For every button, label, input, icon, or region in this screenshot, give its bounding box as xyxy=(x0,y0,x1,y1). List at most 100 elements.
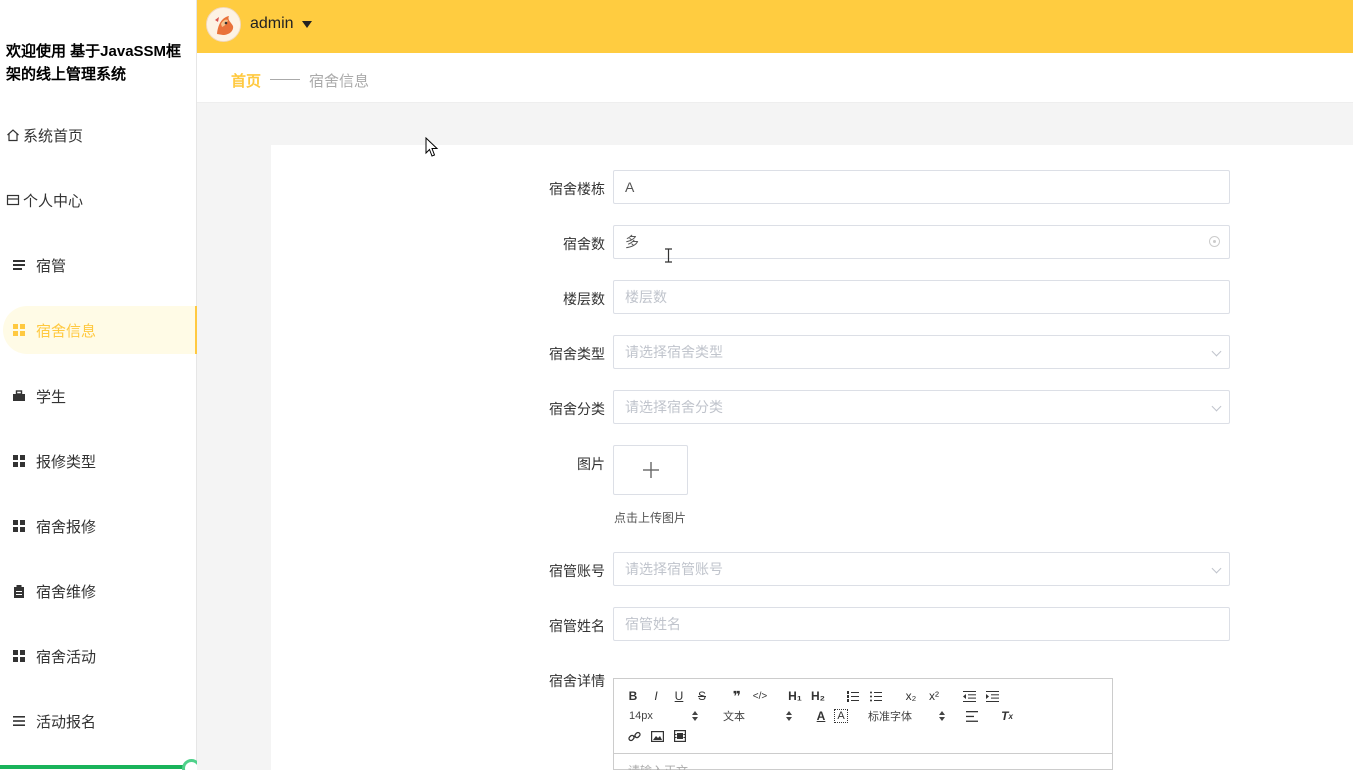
font-color-icon[interactable]: A xyxy=(811,708,831,724)
sidebar-item-label: 报修类型 xyxy=(36,453,97,471)
room-count-value: 多 xyxy=(625,234,639,250)
grid-icon xyxy=(12,454,26,468)
font-size-select[interactable]: 14px xyxy=(629,710,699,722)
sidebar-item-dorm-manager[interactable]: 宿管 xyxy=(0,241,197,289)
sidebar-item-profile[interactable]: 个人中心 xyxy=(0,176,197,224)
updown-icon xyxy=(692,711,699,721)
breadcrumb-home[interactable]: 首页 xyxy=(231,70,261,91)
code-icon[interactable]: </> xyxy=(750,688,770,704)
link-icon[interactable] xyxy=(624,728,644,744)
bold-icon[interactable]: B xyxy=(623,688,643,704)
id-card-icon xyxy=(6,193,20,207)
room-category-select[interactable]: 请选择宿舍分类 xyxy=(613,390,1230,424)
breadcrumb-separator xyxy=(270,79,300,80)
heading1-icon[interactable]: H₁ xyxy=(785,688,805,704)
image-icon[interactable] xyxy=(647,728,667,744)
system-title: 欢迎使用 基于JavaSSM框架的线上管理系统 xyxy=(6,43,182,83)
editor-toolbar-row: B I U S ❞ </> H₁ H₂ x₂ x² xyxy=(623,688,1002,704)
top-bar: admin xyxy=(197,0,1353,53)
editor-toolbar-row: 14px 文本 A A 标准字体 Tx xyxy=(629,708,1017,724)
blockquote-icon[interactable]: ❞ xyxy=(727,688,747,704)
ordered-list-icon[interactable] xyxy=(843,688,863,704)
editor-divider xyxy=(614,753,1112,754)
home-icon xyxy=(6,128,20,142)
subscript-icon[interactable]: x₂ xyxy=(901,688,921,704)
font-family-value: 标准字体 xyxy=(868,711,912,723)
sidebar-item-label: 宿舍报修 xyxy=(36,518,97,536)
italic-icon[interactable]: I xyxy=(646,688,666,704)
rich-text-editor: B I U S ❞ </> H₁ H₂ x₂ x² 14px 文本 A A 标准… xyxy=(613,678,1113,770)
sidebar-item-label: 宿舍活动 xyxy=(36,648,97,666)
sidebar-item-repair-type[interactable]: 报修类型 xyxy=(0,437,197,485)
sidebar-item-student[interactable]: 学生 xyxy=(0,372,197,420)
room-count-input[interactable]: 多 xyxy=(613,225,1230,259)
superscript-icon[interactable]: x² xyxy=(924,688,944,704)
building-input[interactable]: A xyxy=(613,170,1230,204)
grid-icon xyxy=(12,649,26,663)
sidebar-item-label: 学生 xyxy=(36,388,67,406)
outdent-icon[interactable] xyxy=(959,688,979,704)
sidebar-item-activity-signup[interactable]: 活动报名 xyxy=(0,697,197,745)
block-type-value: 文本 xyxy=(723,711,745,723)
manager-name-input[interactable]: 宿管姓名 xyxy=(613,607,1230,641)
manager-account-label: 宿管账号 xyxy=(549,563,605,579)
sidebar-item-label: 个人中心 xyxy=(23,192,84,210)
sidebar-item-label: 系统首页 xyxy=(23,127,84,145)
room-type-label: 宿舍类型 xyxy=(549,346,605,362)
avatar[interactable] xyxy=(206,7,241,42)
editor-placeholder[interactable]: 请输入正文... xyxy=(628,762,698,770)
indent-icon[interactable] xyxy=(982,688,1002,704)
grid-icon xyxy=(12,519,26,533)
building-label: 宿舍楼栋 xyxy=(549,181,605,197)
clear-format-icon[interactable]: Tx xyxy=(997,708,1017,724)
sidebar-item-home[interactable]: 系统首页 xyxy=(0,111,197,159)
room-type-select[interactable]: 请选择宿舍类型 xyxy=(613,335,1230,369)
room-type-placeholder: 请选择宿舍类型 xyxy=(625,344,723,360)
editor-toolbar-row xyxy=(624,728,690,744)
strikethrough-icon[interactable]: S xyxy=(692,688,712,704)
image-label: 图片 xyxy=(577,456,605,472)
text-cursor-icon xyxy=(665,248,672,263)
background-color-icon[interactable]: A xyxy=(834,709,848,723)
room-count-label: 宿舍数 xyxy=(563,236,605,252)
list-icon xyxy=(12,258,26,272)
updown-icon xyxy=(786,711,793,721)
clear-icon[interactable] xyxy=(1209,236,1220,247)
font-family-select[interactable]: 标准字体 xyxy=(868,708,946,724)
caret-down-icon[interactable] xyxy=(302,21,312,28)
bullet-list-icon[interactable] xyxy=(866,688,886,704)
upload-tip: 点击上传图片 xyxy=(614,511,687,525)
align-left-icon[interactable] xyxy=(962,708,982,724)
video-icon[interactable] xyxy=(670,728,690,744)
breadcrumb: 首页 宿舍信息 xyxy=(197,53,1353,103)
room-category-placeholder: 请选择宿舍分类 xyxy=(625,399,723,415)
sidebar-item-label: 宿舍信息 xyxy=(36,322,97,340)
manager-account-select[interactable]: 请选择宿管账号 xyxy=(613,552,1230,586)
chevron-down-icon xyxy=(1211,401,1222,412)
sidebar-item-label: 宿管 xyxy=(36,257,67,275)
sidebar-item-label: 活动报名 xyxy=(36,713,97,731)
briefcase-icon xyxy=(12,389,26,403)
image-upload-button[interactable] xyxy=(613,445,688,495)
username[interactable]: admin xyxy=(250,15,294,33)
heading2-icon[interactable]: H₂ xyxy=(808,688,828,704)
details-label: 宿舍详情 xyxy=(549,673,605,689)
building-value: A xyxy=(625,179,635,195)
list-icon xyxy=(12,714,26,728)
plus-icon xyxy=(642,462,659,478)
sidebar-item-dorm-info[interactable]: 宿舍信息 xyxy=(3,306,197,354)
sidebar-item-dorm-activity[interactable]: 宿舍活动 xyxy=(0,632,197,680)
floors-input[interactable]: 楼层数 xyxy=(613,280,1230,314)
sidebar-scroll-fill xyxy=(0,765,188,769)
underline-icon[interactable]: U xyxy=(669,688,689,704)
clipboard-icon xyxy=(12,584,26,598)
sidebar-item-dorm-repair-request[interactable]: 宿舍报修 xyxy=(0,502,197,550)
manager-name-label: 宿管姓名 xyxy=(549,618,605,634)
sidebar-item-dorm-maintenance[interactable]: 宿舍维修 xyxy=(0,567,197,615)
chevron-down-icon xyxy=(1211,346,1222,357)
block-type-select[interactable]: 文本 xyxy=(723,708,793,724)
sidebar-item-label: 宿舍维修 xyxy=(36,583,97,601)
floors-label: 楼层数 xyxy=(563,291,605,307)
room-category-label: 宿舍分类 xyxy=(549,401,605,417)
manager-account-placeholder: 请选择宿管账号 xyxy=(625,561,723,577)
